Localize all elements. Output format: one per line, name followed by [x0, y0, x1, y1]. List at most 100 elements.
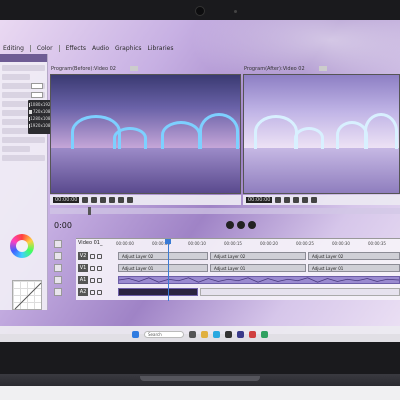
mark-in-icon[interactable] [275, 197, 282, 203]
monitor-title: Program(After):Video 02 [244, 66, 327, 74]
panel-row[interactable] [2, 92, 45, 98]
program-monitor-after[interactable]: Program(After):Video 02 [243, 66, 400, 194]
clip-label: Adjust Layer 02 [214, 254, 246, 259]
rewind-button[interactable] [226, 221, 234, 229]
playhead-handle[interactable] [165, 239, 171, 244]
bridge-arch [254, 115, 298, 149]
store-icon[interactable] [225, 330, 232, 338]
audio-clip[interactable] [118, 288, 198, 296]
panel-row[interactable] [2, 83, 45, 89]
webcam [195, 6, 205, 16]
panel-row[interactable] [2, 74, 30, 80]
lock-icon[interactable] [97, 253, 102, 259]
clip-label: Adjust Layer 02 [122, 254, 154, 259]
playhead[interactable] [168, 239, 169, 301]
ruler-tick: 00:00:20 [260, 241, 278, 246]
app-icon[interactable] [261, 330, 268, 338]
menu-editing[interactable]: Editing [3, 45, 24, 52]
dropdown-icon[interactable] [318, 66, 327, 71]
slip-tool-icon[interactable] [54, 264, 62, 272]
current-time: 0:00 [54, 221, 72, 230]
program-monitor-before[interactable]: Program(Before):Video 02 [50, 66, 241, 194]
solo-icon[interactable] [97, 277, 102, 283]
file-explorer-icon[interactable] [201, 330, 208, 338]
panel-row[interactable] [2, 65, 45, 71]
export-frame-icon[interactable] [127, 197, 134, 203]
video-clip[interactable]: Adjust Layer 01 [118, 264, 208, 272]
track-label: A2 [78, 288, 88, 296]
sequence-tab[interactable]: Video 01_ [78, 240, 102, 246]
ruler-tick: 00:00:15 [224, 241, 242, 246]
pen-tool-icon[interactable] [54, 276, 62, 284]
video-clip[interactable]: Adjust Layer 02 [118, 252, 208, 260]
editor-app-icon[interactable] [237, 330, 244, 338]
track-header: A2 [76, 287, 116, 297]
app-icon[interactable] [249, 330, 256, 338]
panel-row[interactable] [2, 155, 45, 161]
value-field[interactable] [31, 92, 43, 98]
ruler-tick: 00:00:10 [188, 241, 206, 246]
eye-icon[interactable] [90, 265, 95, 271]
video-clip[interactable]: Adjust Layer 01 [308, 264, 400, 272]
step-forward-icon[interactable] [118, 197, 125, 203]
video-clip[interactable]: Adjust Layer 01 [210, 264, 306, 272]
panel-row[interactable] [2, 137, 45, 143]
ruler-tick: 00:00:25 [296, 241, 314, 246]
audio-clip[interactable] [200, 288, 400, 296]
video-clip[interactable]: Adjust Layer 02 [210, 252, 306, 260]
step-forward-icon[interactable] [311, 197, 318, 203]
razor-tool-icon[interactable] [54, 252, 62, 260]
panel-row[interactable] [2, 146, 30, 152]
bridge-arch [161, 121, 201, 149]
mute-icon[interactable] [90, 277, 95, 283]
curve-line [14, 282, 42, 310]
task-view-icon[interactable] [189, 330, 196, 338]
bridge-arch [364, 113, 398, 149]
solo-icon[interactable] [97, 289, 102, 295]
video-frame-after [244, 75, 399, 193]
monitor-controls-before: 00:00:00 [50, 195, 241, 205]
start-icon[interactable] [132, 330, 139, 338]
time-ruler[interactable]: 00:00:00 00:00:05 00:00:10 00:00:15 00:0… [116, 241, 400, 247]
step-back-icon[interactable] [293, 197, 300, 203]
taskbar: Search [0, 326, 400, 342]
play-icon[interactable] [109, 197, 116, 203]
play-button[interactable] [237, 221, 245, 229]
mark-out-icon[interactable] [91, 197, 98, 203]
menu-audio[interactable]: Audio [92, 45, 109, 52]
selection-tool-icon[interactable] [54, 240, 62, 248]
menu-color[interactable]: Color [37, 45, 53, 52]
text-tool-icon[interactable] [54, 288, 62, 296]
browser-icon[interactable] [213, 330, 220, 338]
forward-button[interactable] [248, 221, 256, 229]
menu-bar: Editing Color Effects Audio Graphics Lib… [0, 43, 400, 53]
play-icon[interactable] [302, 197, 309, 203]
taskbar-search[interactable]: Search [144, 330, 184, 338]
curves-graph[interactable] [12, 280, 42, 310]
dropdown-icon[interactable] [130, 66, 138, 71]
track-a1: A1 [76, 275, 400, 285]
color-wheel[interactable] [10, 234, 34, 258]
road [51, 148, 240, 193]
clip-label: Adjust Layer 02 [312, 254, 344, 259]
eye-icon[interactable] [90, 253, 95, 259]
track-v2: V2 Adjust Layer 02 Adjust Layer 02 Adjus… [76, 251, 400, 261]
step-back-icon[interactable] [100, 197, 107, 203]
panel-row[interactable] [2, 110, 30, 116]
value-field[interactable] [31, 83, 43, 89]
mark-in-icon[interactable] [82, 197, 89, 203]
color-wheel-center [16, 240, 28, 252]
menu-effects[interactable]: Effects [66, 45, 86, 52]
menu-libraries[interactable]: Libraries [148, 45, 174, 52]
scrub-handle[interactable] [88, 207, 91, 215]
mute-icon[interactable] [90, 289, 95, 295]
menu-graphics[interactable]: Graphics [115, 45, 142, 52]
video-clip[interactable]: Adjust Layer 02 [308, 252, 400, 260]
scrub-bar[interactable] [50, 207, 400, 215]
menu-separator [29, 44, 31, 52]
ruler-tick: 00:00:30 [332, 241, 350, 246]
audio-clip[interactable] [118, 276, 400, 284]
lock-icon[interactable] [97, 265, 102, 271]
track-label: A1 [78, 276, 88, 284]
mark-out-icon[interactable] [284, 197, 291, 203]
